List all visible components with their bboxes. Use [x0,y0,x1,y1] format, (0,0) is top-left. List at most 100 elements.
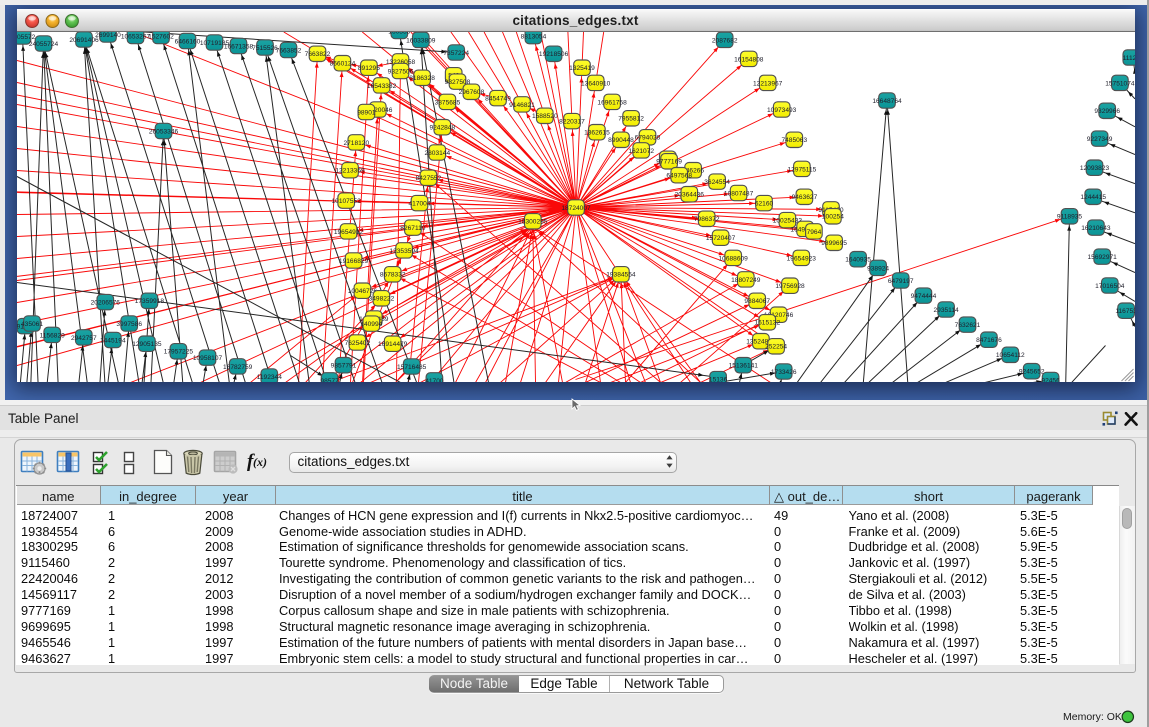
svg-text:7663822: 7663822 [304,51,330,58]
svg-text:16210643: 16210643 [1081,225,1111,232]
svg-text:938924: 938924 [867,265,889,272]
svg-text:10654112: 10654112 [995,352,1024,359]
svg-text:1445194: 1445194 [99,337,125,344]
svg-text:100254: 100254 [821,213,843,220]
svg-text:16671358: 16671358 [223,43,253,50]
svg-text:8454749: 8454749 [485,95,511,102]
svg-text:9146821: 9146821 [509,101,535,108]
svg-text:9245652: 9245652 [1018,368,1044,375]
svg-text:19756928: 19756928 [775,283,805,290]
svg-text:12353594: 12353594 [389,247,419,254]
svg-text:6497568: 6497568 [666,172,692,179]
svg-text:7663852: 7663852 [275,47,301,54]
svg-text:9118935: 9118935 [1056,213,1082,220]
svg-text:7964: 7964 [806,228,821,235]
svg-text:12975115: 12975115 [787,166,816,173]
svg-text:891295: 891295 [357,65,379,72]
svg-text:(x): (x) [253,455,267,469]
svg-text:417004: 417004 [408,200,430,207]
svg-text:41700: 41700 [425,377,444,382]
svg-text:1615132: 1615132 [754,319,780,326]
svg-text:2967608: 2967608 [458,89,484,96]
svg-text:10807487: 10807487 [723,190,753,197]
svg-text:12093823: 12093823 [1079,165,1109,172]
svg-text:12905135: 12905135 [132,341,162,348]
svg-text:19166829: 19166829 [338,257,368,264]
svg-text:16033809: 16033809 [406,37,436,44]
svg-text:9463627: 9463627 [791,194,817,201]
svg-text:1325419: 1325419 [569,65,595,72]
svg-text:8813054: 8813054 [520,33,546,40]
svg-text:9242848: 9242848 [429,124,455,131]
svg-text:19654912: 19654912 [333,228,363,235]
svg-text:140994: 140994 [360,321,382,328]
svg-text:3498222: 3498222 [368,295,394,302]
svg-text:6794028: 6794028 [634,134,660,141]
svg-text:1362615: 1362615 [584,129,610,136]
svg-text:11123: 11123 [1122,54,1134,61]
svg-text:7485063: 7485063 [781,137,807,144]
svg-text:8990448: 8990448 [608,137,634,144]
svg-text:8678332: 8678332 [379,271,405,278]
svg-text:1621072: 1621072 [628,147,654,154]
svg-text:26053346: 26053346 [148,128,178,135]
svg-text:15136141: 15136141 [728,362,758,369]
svg-text:2718120: 2718120 [343,139,369,146]
svg-text:12213967: 12213967 [753,80,783,87]
svg-text:8660124: 8660124 [329,60,355,67]
svg-text:9777169: 9777169 [656,158,682,165]
svg-text:435061: 435061 [20,320,42,327]
svg-text:3875685: 3875685 [434,99,460,106]
svg-text:6479197: 6479197 [887,277,913,284]
svg-text:16154808: 16154808 [734,56,764,63]
svg-text:17957225: 17957225 [163,348,193,355]
svg-text:15751074: 15751074 [1105,80,1135,87]
svg-text:8220317: 8220317 [559,118,585,125]
svg-text:10973493: 10973493 [767,106,797,113]
svg-text:19654923: 19654923 [786,255,816,262]
svg-text:18300295: 18300295 [518,218,548,225]
svg-text:15136: 15136 [708,376,727,382]
svg-text:3997586: 3997586 [116,320,142,327]
svg-text:10688609: 10688609 [718,255,748,262]
svg-text:18807249: 18807249 [731,276,761,283]
svg-text:62160: 62160 [754,200,773,207]
svg-text:2699140: 2699140 [95,32,121,39]
svg-text:1156829: 1156829 [39,332,65,339]
svg-text:15692971: 15692971 [1087,254,1117,261]
svg-text:6466160: 6466160 [174,38,200,45]
svg-text:9227349: 9227349 [1086,136,1112,143]
svg-text:1192344: 1192344 [256,373,282,380]
svg-text:2405572: 2405572 [17,33,36,40]
svg-text:2935114: 2935114 [933,306,959,313]
svg-text:24055724: 24055724 [28,40,58,47]
svg-text:9474444: 9474444 [910,293,936,300]
svg-text:1244415: 1244415 [1080,194,1106,201]
svg-text:98901: 98901 [357,109,376,116]
svg-text:92456: 92456 [1041,377,1060,382]
svg-text:2803144: 2803144 [424,149,450,156]
svg-text:10107552: 10107552 [331,198,361,205]
svg-text:3624554: 3624554 [704,179,730,186]
svg-text:7632621: 7632621 [954,322,980,329]
svg-text:8427552: 8427552 [415,175,441,182]
svg-text:10653267: 10653267 [120,33,150,40]
svg-text:16961758: 16961758 [597,99,627,106]
svg-text:7986372: 7986372 [693,216,719,223]
svg-text:15720407: 15720407 [705,235,735,242]
svg-text:16543382: 16543382 [366,82,396,89]
svg-text:20206576: 20206576 [90,299,120,306]
svg-text:9329966: 9329966 [1094,108,1120,115]
svg-text:16648764: 16648764 [872,97,902,104]
svg-text:13640910: 13640910 [581,80,611,87]
svg-text:20364436: 20364436 [674,191,704,198]
svg-text:16782759: 16782759 [223,363,253,370]
svg-text:98577: 98577 [320,377,339,382]
svg-text:8471676: 8471676 [976,337,1002,344]
svg-text:160338: 160338 [388,32,410,35]
svg-text:7955812: 7955812 [618,115,644,122]
svg-text:10958107: 10958107 [192,355,222,362]
svg-text:2942757: 2942757 [70,334,96,341]
svg-text:1527602: 1527602 [148,33,174,40]
svg-text:9857791: 9857791 [330,362,356,369]
